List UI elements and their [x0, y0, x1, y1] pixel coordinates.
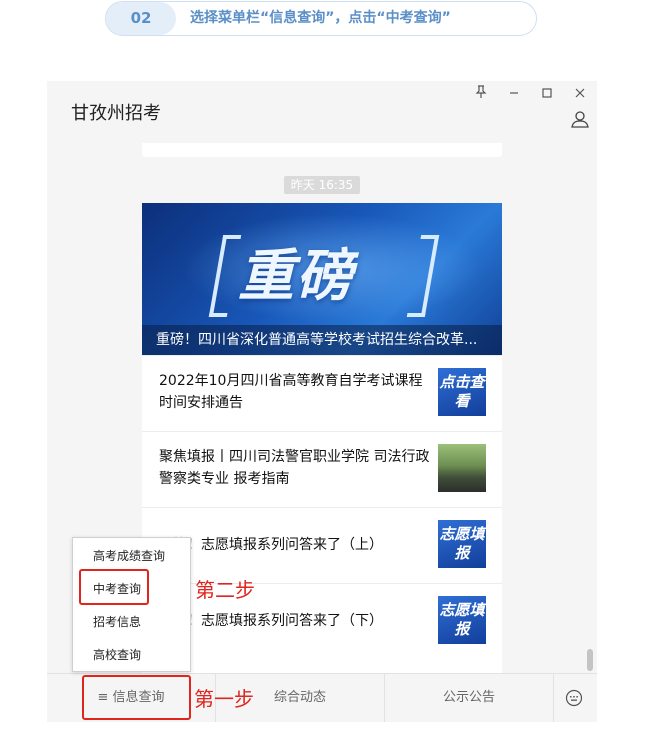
- menu-divider: [553, 674, 554, 722]
- submenu-item-college-query[interactable]: 高校查询: [73, 639, 190, 672]
- banner-caption: 重磅！四川省深化普通高等学校考试招生综合改革...: [142, 325, 502, 355]
- maximize-icon[interactable]: [537, 85, 557, 105]
- list-item-title: 必答！志愿填报系列问答来了（下）: [159, 613, 383, 629]
- list-item[interactable]: 聚焦填报丨四川司法警官职业学院 司法行政警察类专业 报考指南: [142, 431, 502, 507]
- keyboard-icon[interactable]: [565, 689, 583, 707]
- pin-icon[interactable]: [471, 85, 491, 105]
- scrollbar[interactable]: [587, 649, 593, 671]
- list-item-thumbnail: 志愿填报: [438, 520, 486, 568]
- highlight-info-query: [82, 675, 191, 720]
- previous-card-fragment: [142, 143, 502, 157]
- step-header: 02 选择菜单栏“信息查询”，点击“中考查询”: [105, 1, 537, 36]
- list-item-thumbnail: 志愿填报: [438, 596, 486, 644]
- close-icon[interactable]: [570, 85, 590, 105]
- window-title: 甘孜州招考: [71, 103, 161, 124]
- list-item-thumbnail: 点击查看: [438, 368, 486, 416]
- list-item-title: 必答！志愿填报系列问答来了（上）: [159, 537, 383, 553]
- highlight-zhongkao: [79, 569, 149, 605]
- list-item[interactable]: 必答！志愿填报系列问答来了（上） 志愿填报: [142, 507, 502, 583]
- annotation-step2: 第二步: [195, 578, 255, 602]
- list-item[interactable]: 2022年10月四川省高等教育自学考试课程时间安排通告 点击查看: [142, 355, 502, 431]
- list-item-title: 聚焦填报丨四川司法警官职业学院 司法行政警察类专业 报考指南: [159, 449, 430, 487]
- message-timestamp: 昨天 16:35: [284, 176, 360, 194]
- minimize-icon[interactable]: [504, 85, 524, 105]
- annotation-step1: 第一步: [194, 687, 254, 711]
- step-instruction: 选择菜单栏“信息查询”，点击“中考查询”: [190, 10, 451, 26]
- submenu-item-admission-info[interactable]: 招考信息: [73, 606, 190, 639]
- banner-headline: 重磅: [238, 244, 354, 309]
- title-bar: 甘孜州招考: [47, 81, 597, 143]
- list-item-thumbnail: [438, 444, 486, 492]
- list-item-title: 2022年10月四川省高等教育自学考试课程时间安排通告: [159, 373, 423, 411]
- profile-icon[interactable]: [570, 109, 590, 129]
- menu-announcements[interactable]: 公示公告: [385, 674, 553, 722]
- news-banner[interactable]: 重磅 重磅！四川省深化普通高等学校考试招生综合改革...: [142, 203, 502, 355]
- step-number: 02: [106, 2, 176, 35]
